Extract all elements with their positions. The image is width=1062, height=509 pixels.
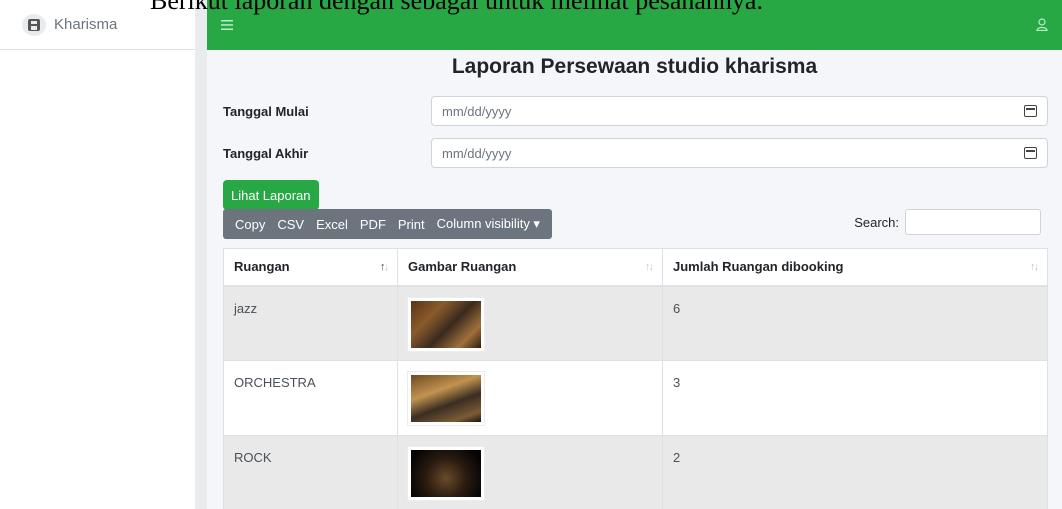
ruangan-cell: jazz: [234, 300, 258, 316]
calendar-icon[interactable]: [1024, 105, 1037, 117]
room-image: [408, 447, 484, 500]
column-visibility-button[interactable]: Column visibility ▾: [431, 216, 546, 232]
column-header-jumlah[interactable]: Jumlah Ruangan dibooking ↑↓: [662, 248, 1048, 287]
user-icon[interactable]: [1036, 17, 1048, 34]
sidebar-gutter: [195, 0, 207, 509]
column-header-label: Jumlah Ruangan dibooking: [673, 259, 844, 275]
brand-logo: [22, 13, 46, 36]
table-row: jazz 6: [223, 285, 1048, 361]
search-label: Search:: [854, 214, 899, 230]
table-row: ROCK 2: [223, 435, 1048, 509]
room-image: [408, 372, 484, 425]
jumlah-cell: 2: [673, 450, 681, 465]
calendar-icon[interactable]: [1024, 147, 1037, 159]
column-header-label: Gambar Ruangan: [408, 259, 517, 275]
hamburger-icon[interactable]: [221, 17, 233, 34]
logo-icon: [28, 18, 40, 31]
end-date-input[interactable]: mm/dd/yyyy: [431, 138, 1048, 168]
table-search: Search:: [854, 209, 1041, 235]
end-date-label: Tanggal Akhir: [223, 145, 309, 161]
start-date-input[interactable]: mm/dd/yyyy: [431, 96, 1048, 126]
sort-icon: ↑↓: [645, 261, 654, 273]
export-button-group: Copy CSV Excel PDF Print Column visibili…: [223, 209, 552, 239]
ruangan-cell: ROCK: [234, 450, 272, 465]
start-date-placeholder: mm/dd/yyyy: [442, 103, 512, 119]
search-input[interactable]: [905, 209, 1041, 235]
pdf-button[interactable]: PDF: [354, 217, 392, 232]
copy-button[interactable]: Copy: [229, 217, 271, 232]
report-table: Ruangan ↑↓ Gambar Ruangan ↑↓ Jumlah Ruan…: [223, 248, 1048, 509]
lihat-laporan-button[interactable]: Lihat Laporan: [223, 180, 319, 210]
excel-button[interactable]: Excel: [310, 217, 354, 232]
orchestra-studio-photo: [411, 375, 481, 422]
brand-name: Kharisma: [54, 16, 118, 33]
sort-ascending-icon: ↑↓: [380, 261, 389, 273]
main-content: Laporan Persewaan studio kharisma Tangga…: [207, 50, 1062, 509]
jazz-studio-photo: [411, 300, 481, 348]
column-header-gambar[interactable]: Gambar Ruangan ↑↓: [397, 248, 663, 287]
sidebar: Kharisma: [0, 0, 205, 509]
sort-icon: ↑↓: [1030, 261, 1039, 273]
jumlah-cell: 3: [673, 375, 681, 390]
end-date-placeholder: mm/dd/yyyy: [442, 145, 512, 161]
rock-studio-photo: [411, 450, 481, 497]
ruangan-cell: ORCHESTRA: [234, 375, 316, 390]
csv-button[interactable]: CSV: [271, 217, 310, 232]
end-date-row: Tanggal Akhir mm/dd/yyyy: [223, 138, 1048, 168]
page-title: Laporan Persewaan studio kharisma: [451, 55, 818, 78]
start-date-label: Tanggal Mulai: [223, 103, 309, 119]
column-header-label: Ruangan: [234, 259, 290, 275]
print-button[interactable]: Print: [392, 217, 431, 232]
start-date-row: Tanggal Mulai mm/dd/yyyy: [223, 96, 1048, 126]
jumlah-cell: 6: [673, 300, 681, 316]
column-header-ruangan[interactable]: Ruangan ↑↓: [223, 248, 398, 287]
table-row: ORCHESTRA 3: [223, 360, 1048, 436]
room-image: [408, 297, 484, 351]
document-caption: Berikut laporan dengan sebagai untuk mel…: [150, 0, 763, 15]
